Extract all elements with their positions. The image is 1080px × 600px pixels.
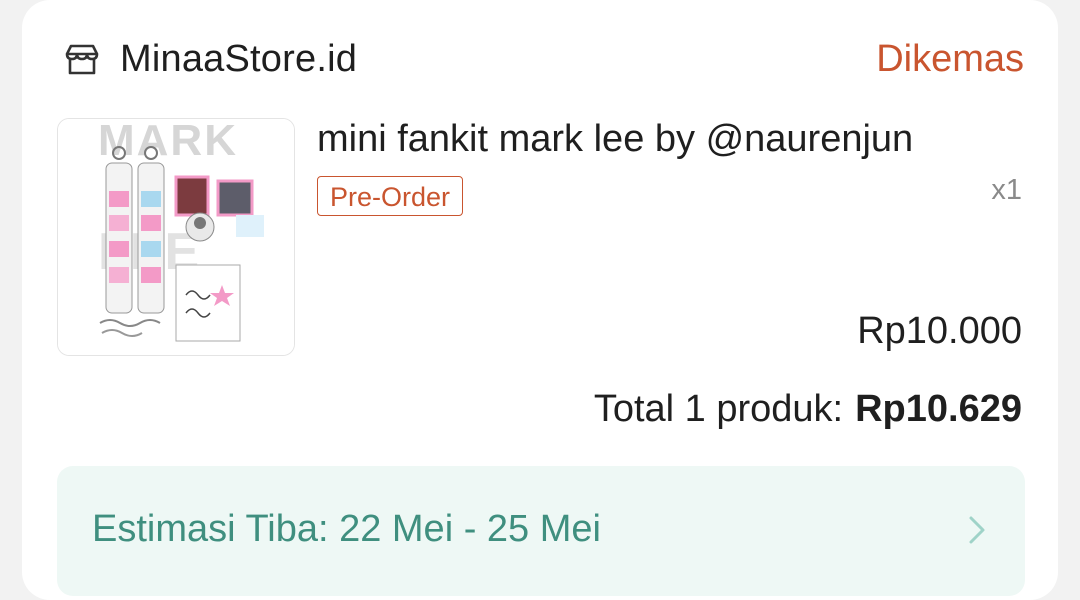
preorder-badge: Pre-Order	[317, 176, 464, 216]
total-amount: Rp10.629	[855, 388, 1022, 430]
total-label: Total 1 produk:	[593, 388, 844, 430]
store-header[interactable]: MinaaStore.id Dikemas	[62, 36, 1024, 84]
order-total: Total 1 produk: Rp10.629	[594, 386, 1022, 432]
store-name[interactable]: MinaaStore.id	[120, 36, 357, 82]
order-card[interactable]: MinaaStore.id Dikemas MARK LEE	[22, 0, 1058, 600]
product-image[interactable]: MARK LEE	[57, 118, 295, 356]
order-status: Dikemas	[876, 38, 1024, 80]
product-price: Rp10.000	[857, 310, 1022, 352]
delivery-estimate-text: Estimasi Tiba: 22 Mei - 25 Mei	[92, 508, 601, 550]
product-quantity: x1	[991, 174, 1022, 206]
chevron-right-icon[interactable]	[965, 510, 989, 550]
product-title[interactable]: mini fankit mark lee by @naurenjun	[317, 116, 1017, 162]
delivery-estimate-row[interactable]: Estimasi Tiba: 22 Mei - 25 Mei	[57, 466, 1025, 596]
store-icon	[62, 40, 102, 80]
